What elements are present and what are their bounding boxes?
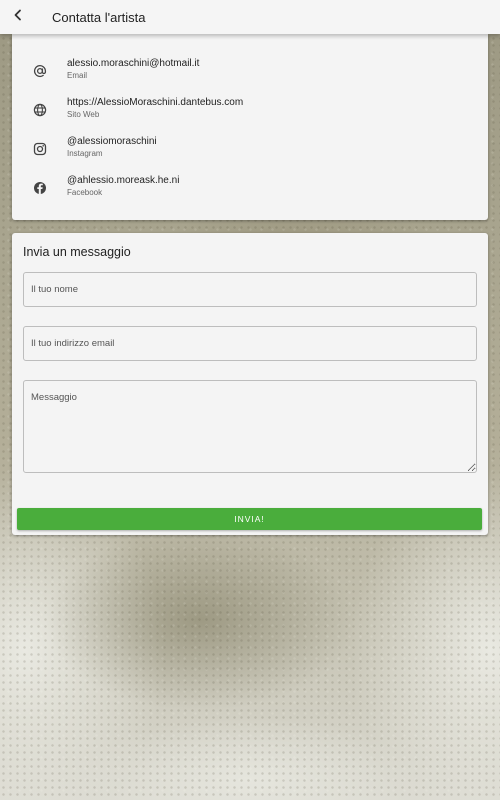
contact-value: https://AlessioMoraschini.dantebus.com <box>67 97 244 108</box>
email-input[interactable] <box>23 326 477 361</box>
message-form-card: Invia un messaggio INVIA! <box>12 233 488 535</box>
form-title: Invia un messaggio <box>23 245 131 259</box>
contact-value: @alessiomoraschini <box>67 136 157 147</box>
contact-label: Facebook <box>67 188 103 197</box>
contact-label: Sito Web <box>67 110 100 119</box>
back-button[interactable] <box>0 0 36 34</box>
contact-item-instagram[interactable]: @alessiomoraschini Instagram <box>12 136 488 166</box>
app-bar: Contatta l'artista <box>0 0 500 34</box>
at-icon <box>32 63 48 79</box>
name-input[interactable] <box>23 272 477 307</box>
contact-item-website[interactable]: https://AlessioMoraschini.dantebus.com S… <box>12 97 488 127</box>
globe-icon <box>32 102 48 118</box>
send-button[interactable]: INVIA! <box>17 508 482 530</box>
contact-info-card: alessio.moraschini@hotmail.it Email http… <box>12 34 488 220</box>
contact-value: alessio.moraschini@hotmail.it <box>67 58 200 69</box>
chevron-left-icon <box>12 8 24 26</box>
message-textarea[interactable] <box>23 380 477 473</box>
contact-label: Email <box>67 71 88 80</box>
contact-label: Instagram <box>67 149 103 158</box>
contact-value: @ahlessio.moreask.he.ni <box>67 175 180 186</box>
contact-item-email[interactable]: alessio.moraschini@hotmail.it Email <box>12 58 488 88</box>
page-title: Contatta l'artista <box>52 9 146 25</box>
contact-item-facebook[interactable]: @ahlessio.moreask.he.ni Facebook <box>12 175 488 205</box>
facebook-icon <box>32 180 48 196</box>
instagram-icon <box>32 141 48 157</box>
